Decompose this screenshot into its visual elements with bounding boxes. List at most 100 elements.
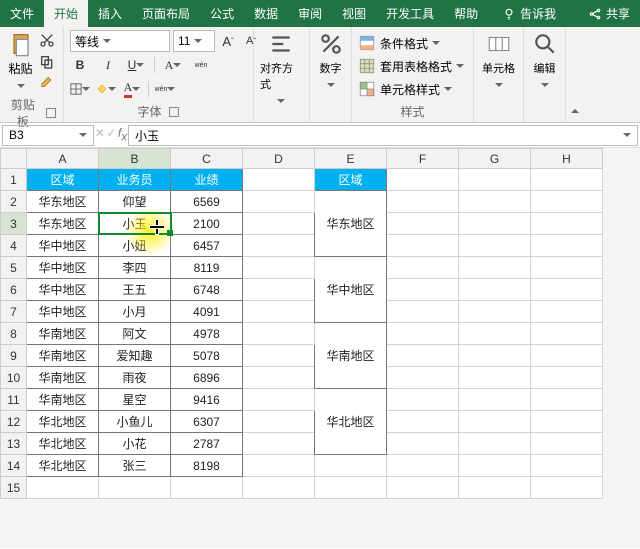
cell[interactable]: 华中地区	[27, 257, 99, 279]
cell[interactable]	[531, 279, 603, 301]
tab-file[interactable]: 文件	[0, 0, 44, 27]
cell[interactable]: 小鱼儿	[99, 411, 171, 433]
row-header[interactable]: 9	[1, 345, 27, 367]
cell[interactable]	[243, 323, 315, 345]
tab-dev[interactable]: 开发工具	[376, 0, 444, 27]
cell[interactable]: 星空	[99, 389, 171, 411]
cell[interactable]	[387, 367, 459, 389]
cell[interactable]	[387, 301, 459, 323]
name-box[interactable]: B3	[2, 125, 94, 146]
row-header[interactable]: 12	[1, 411, 27, 433]
formula-input[interactable]: 小玉	[128, 125, 638, 146]
font-color-alt-button[interactable]: A	[163, 55, 183, 75]
tab-formula[interactable]: 公式	[200, 0, 244, 27]
cell[interactable]	[243, 279, 315, 301]
cell[interactable]: 华北地区	[27, 433, 99, 455]
tab-tellme[interactable]: 告诉我	[492, 0, 566, 27]
cell[interactable]: 李四	[99, 257, 171, 279]
cell[interactable]	[27, 477, 99, 499]
cell[interactable]	[243, 235, 315, 257]
row-header[interactable]: 3	[1, 213, 27, 235]
cell[interactable]: 华东地区	[27, 213, 99, 235]
cell[interactable]: 华南地区	[27, 323, 99, 345]
cell[interactable]	[243, 169, 315, 191]
cell[interactable]	[315, 477, 387, 499]
cell[interactable]: 华北地区	[27, 411, 99, 433]
cell[interactable]: 业务员	[99, 169, 171, 191]
bold-button[interactable]: B	[70, 55, 90, 75]
row-header[interactable]: 15	[1, 477, 27, 499]
row-header[interactable]: 8	[1, 323, 27, 345]
cell[interactable]	[243, 191, 315, 213]
row-header[interactable]: 1	[1, 169, 27, 191]
tab-layout[interactable]: 页面布局	[132, 0, 200, 27]
tab-view[interactable]: 视图	[332, 0, 376, 27]
editing-button[interactable]: 编辑	[530, 30, 559, 92]
col-header[interactable]: A	[27, 149, 99, 169]
underline-button[interactable]: U	[126, 55, 146, 75]
cell[interactable]: 6748	[171, 279, 243, 301]
col-header[interactable]: F	[387, 149, 459, 169]
cell[interactable]	[387, 191, 459, 213]
cell[interactable]	[531, 455, 603, 477]
number-button[interactable]: 数字	[316, 30, 345, 92]
collapse-ribbon-icon[interactable]	[571, 104, 579, 118]
col-header[interactable]: D	[243, 149, 315, 169]
col-header[interactable]: B	[99, 149, 171, 169]
cell[interactable]: 9416	[171, 389, 243, 411]
cell[interactable]	[243, 477, 315, 499]
row-header[interactable]: 10	[1, 367, 27, 389]
cell[interactable]: 华南地区	[315, 323, 387, 389]
tab-review[interactable]: 审阅	[288, 0, 332, 27]
tab-data[interactable]: 数据	[244, 0, 288, 27]
cell[interactable]: 4091	[171, 301, 243, 323]
row-header[interactable]: 4	[1, 235, 27, 257]
cell[interactable]	[387, 235, 459, 257]
cell[interactable]	[531, 323, 603, 345]
font-name-combo[interactable]: 等线	[70, 30, 170, 52]
increase-font-button[interactable]: Aˆ	[218, 31, 238, 51]
cells-button[interactable]: 单元格	[480, 30, 517, 92]
confirm-icon[interactable]: ✓	[106, 126, 116, 143]
cell[interactable]	[459, 345, 531, 367]
cell[interactable]: 雨夜	[99, 367, 171, 389]
cell[interactable]	[459, 411, 531, 433]
cell[interactable]	[531, 345, 603, 367]
cell[interactable]: 华中地区	[315, 257, 387, 323]
cell[interactable]	[387, 411, 459, 433]
cell[interactable]	[387, 169, 459, 191]
col-header[interactable]: H	[531, 149, 603, 169]
cell[interactable]: 8198	[171, 455, 243, 477]
cell[interactable]	[459, 235, 531, 257]
cell[interactable]: 8119	[171, 257, 243, 279]
cell[interactable]	[243, 345, 315, 367]
cell[interactable]	[387, 279, 459, 301]
cell[interactable]	[459, 433, 531, 455]
cell[interactable]	[459, 477, 531, 499]
dialog-launcher-icon[interactable]	[168, 106, 180, 118]
cell[interactable]	[243, 213, 315, 235]
cell[interactable]	[243, 389, 315, 411]
cell[interactable]: 6896	[171, 367, 243, 389]
cell[interactable]	[459, 367, 531, 389]
cell[interactable]	[459, 191, 531, 213]
cell[interactable]	[531, 477, 603, 499]
cell[interactable]	[459, 323, 531, 345]
cell[interactable]	[531, 191, 603, 213]
phonetic-button[interactable]: wén	[155, 79, 175, 99]
tab-help[interactable]: 帮助	[444, 0, 488, 27]
align-button[interactable]: 对齐方式	[260, 30, 302, 108]
row-header[interactable]: 5	[1, 257, 27, 279]
cell[interactable]: 5078	[171, 345, 243, 367]
row-header[interactable]: 13	[1, 433, 27, 455]
cell[interactable]	[243, 367, 315, 389]
cell[interactable]: 华中地区	[27, 235, 99, 257]
cell[interactable]: 华东地区	[315, 191, 387, 257]
cell[interactable]: 6307	[171, 411, 243, 433]
select-all-corner[interactable]	[1, 149, 27, 169]
cell[interactable]	[243, 433, 315, 455]
dialog-launcher-icon[interactable]	[46, 107, 57, 119]
cell[interactable]	[387, 213, 459, 235]
ruby-button[interactable]: wén	[191, 55, 211, 75]
cell[interactable]: 小月	[99, 301, 171, 323]
